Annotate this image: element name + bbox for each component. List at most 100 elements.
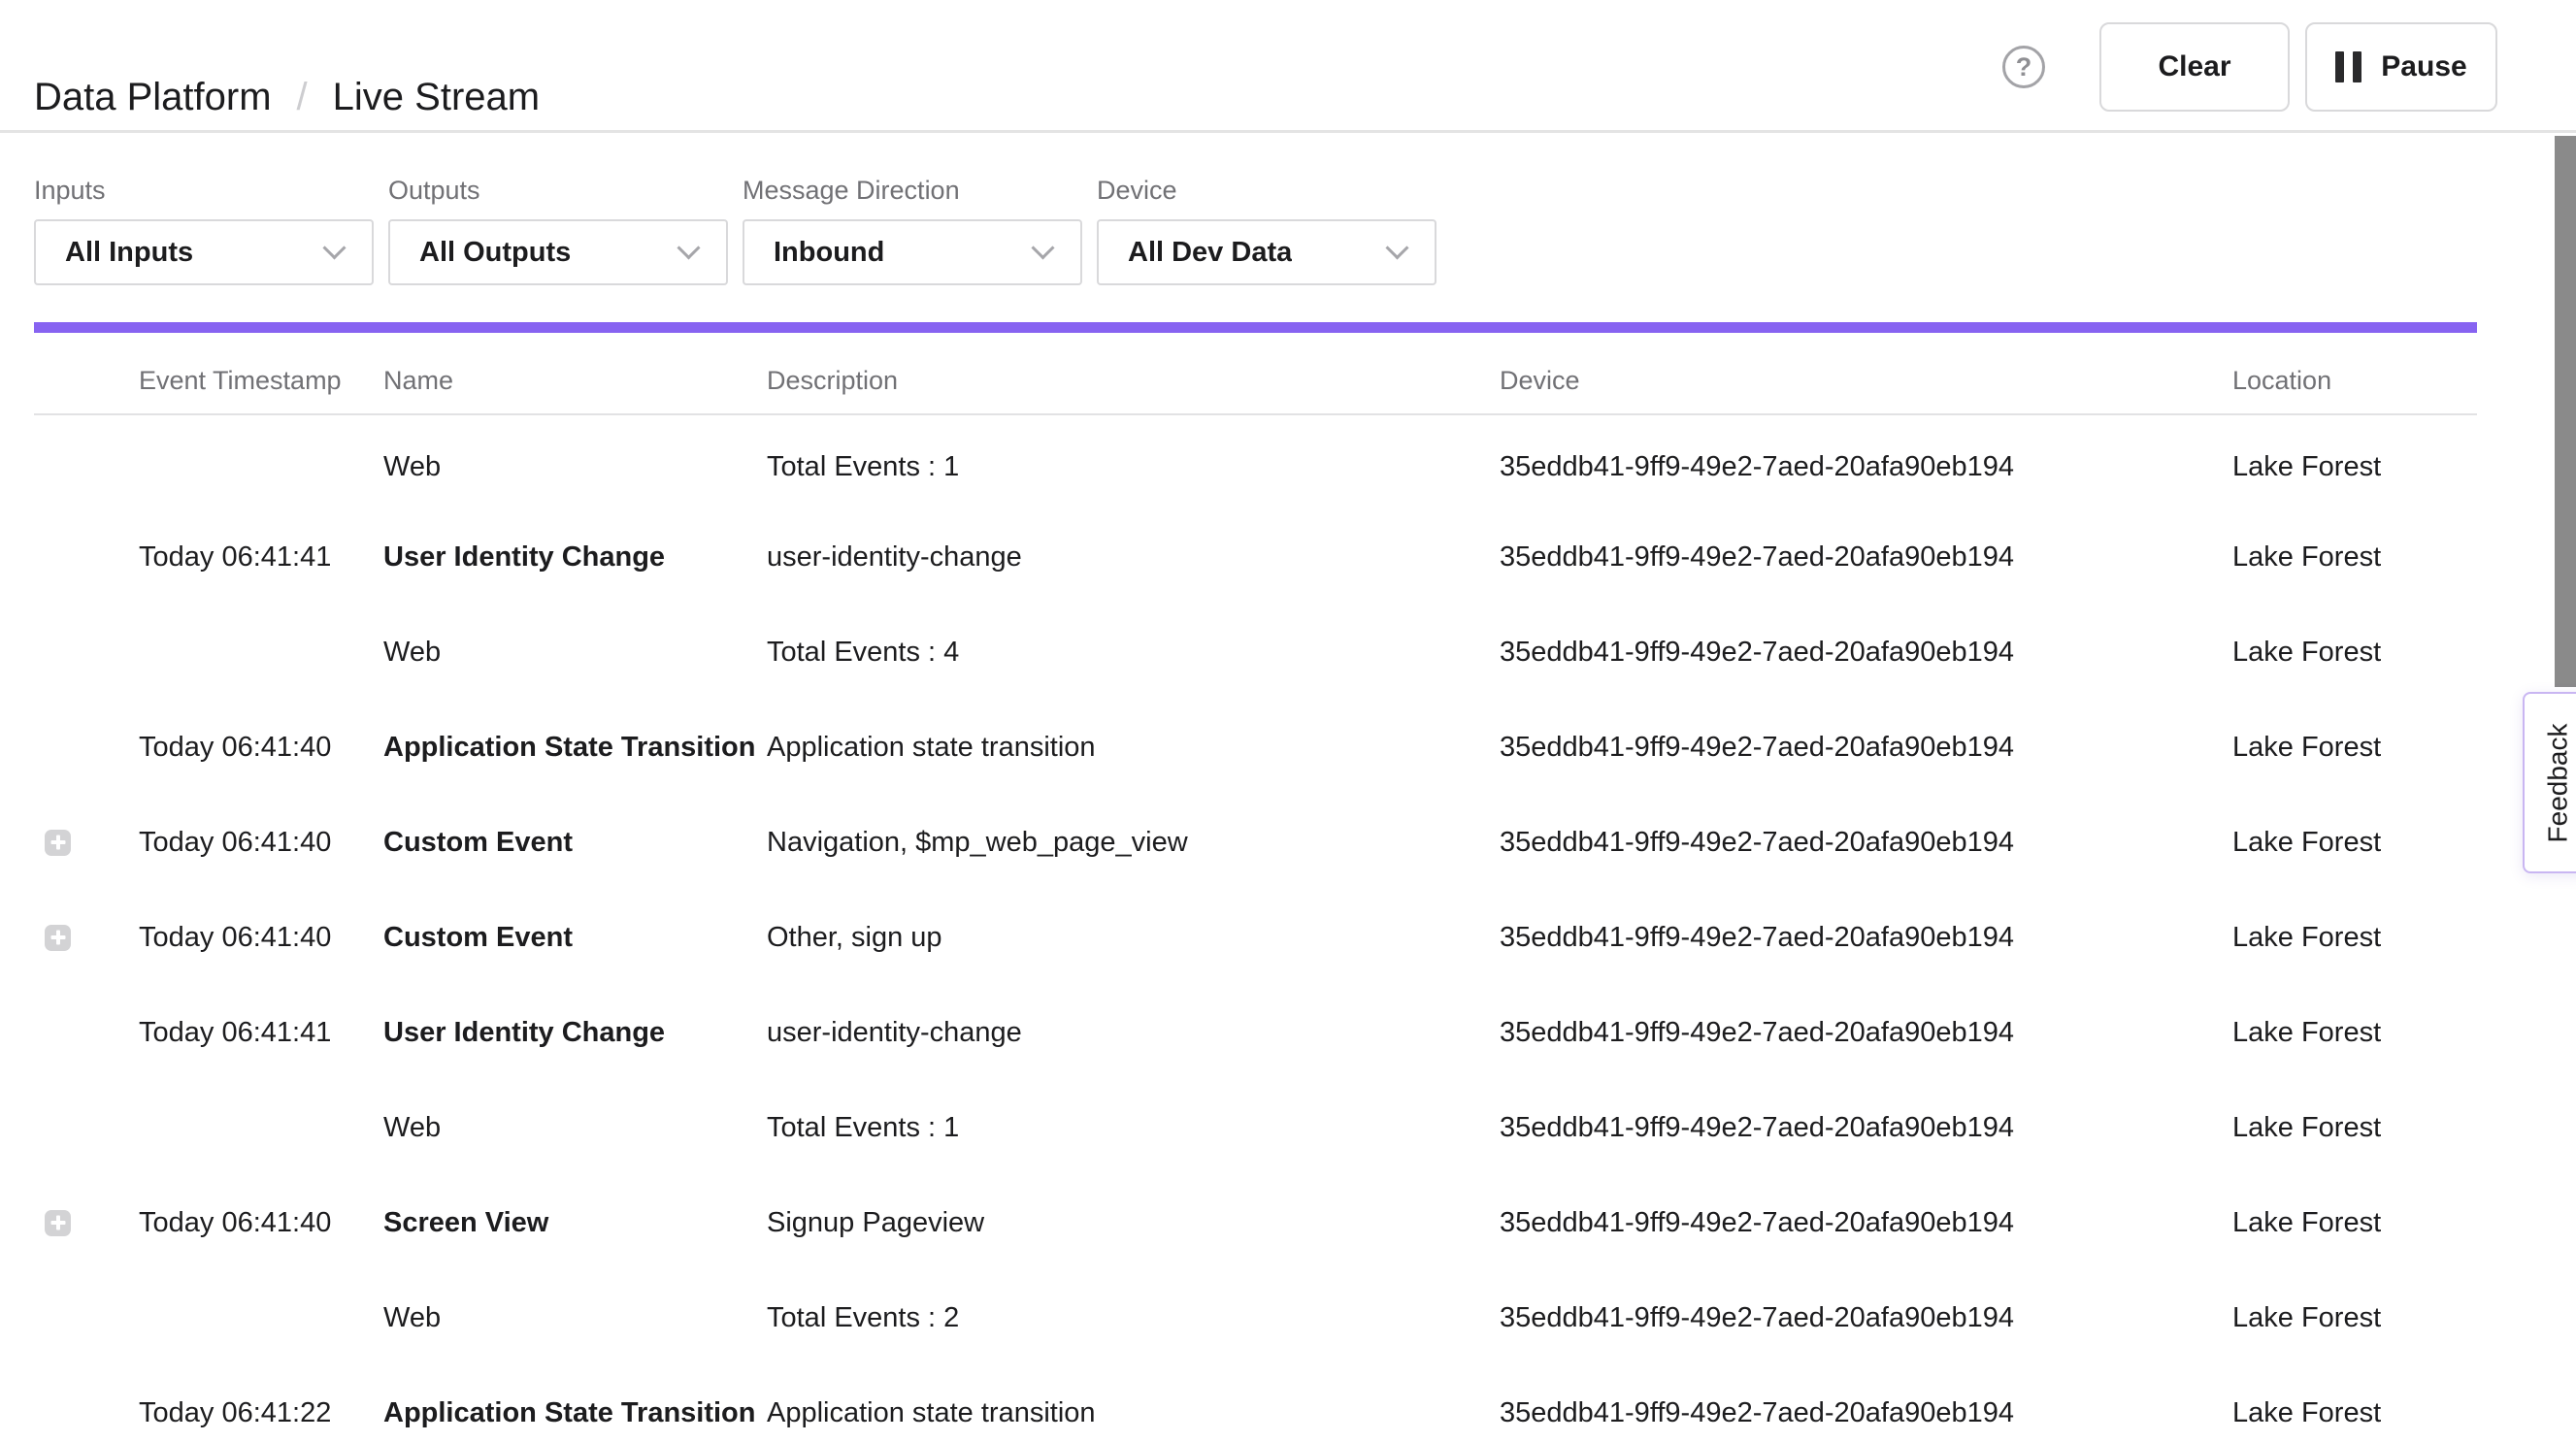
- stream-progress-bar: [34, 322, 2477, 333]
- device-cell: 35eddb41-9ff9-49e2-7aed-20afa90eb194: [1500, 1080, 2232, 1175]
- timestamp-cell: [139, 1080, 383, 1175]
- filter-bar: Inputs All Inputs Outputs All Outputs Me…: [0, 133, 2576, 285]
- column-header-event-timestamp: Event Timestamp: [139, 333, 383, 414]
- column-header-location: Location: [2232, 333, 2477, 414]
- pause-button[interactable]: Pause: [2305, 22, 2497, 112]
- device-cell: 35eddb41-9ff9-49e2-7aed-20afa90eb194: [1500, 605, 2232, 700]
- breadcrumb-separator: /: [297, 76, 308, 118]
- location-cell: Lake Forest: [2232, 985, 2477, 1080]
- expand-column-header: [34, 333, 139, 414]
- table-row: WebTotal Events : 435eddb41-9ff9-49e2-7a…: [34, 605, 2477, 700]
- expand-cell: [34, 509, 139, 605]
- location-cell: Lake Forest: [2232, 1175, 2477, 1270]
- breadcrumb-item-live-stream: Live Stream: [333, 76, 540, 118]
- timestamp-cell: [139, 414, 383, 509]
- question-icon: ?: [2002, 46, 2045, 88]
- location-cell: Lake Forest: [2232, 890, 2477, 985]
- timestamp-cell: Today 06:41:41: [139, 985, 383, 1080]
- device-dropdown[interactable]: All Dev Data: [1097, 219, 1437, 285]
- name-cell: Web: [383, 414, 767, 509]
- chevron-down-icon: [322, 236, 346, 259]
- table-row: WebTotal Events : 135eddb41-9ff9-49e2-7a…: [34, 414, 2477, 509]
- column-header-name: Name: [383, 333, 767, 414]
- device-cell: 35eddb41-9ff9-49e2-7aed-20afa90eb194: [1500, 985, 2232, 1080]
- outputs-dropdown[interactable]: All Outputs: [388, 219, 728, 285]
- name-cell: Application State Transition: [383, 1365, 767, 1442]
- timestamp-cell: Today 06:41:40: [139, 700, 383, 795]
- timestamp-cell: [139, 1270, 383, 1365]
- name-cell: Web: [383, 605, 767, 700]
- filter-message-direction: Message Direction Inbound: [743, 175, 1082, 285]
- description-cell: Total Events : 1: [767, 1080, 1500, 1175]
- filter-message-direction-label: Message Direction: [743, 175, 1082, 206]
- filter-inputs-label: Inputs: [34, 175, 374, 206]
- expand-cell: [34, 1080, 139, 1175]
- expand-cell: [34, 890, 139, 985]
- description-cell: user-identity-change: [767, 985, 1500, 1080]
- expand-cell: [34, 605, 139, 700]
- inputs-dropdown[interactable]: All Inputs: [34, 219, 374, 285]
- location-cell: Lake Forest: [2232, 1270, 2477, 1365]
- filter-outputs: Outputs All Outputs: [388, 175, 728, 285]
- expand-cell: [34, 700, 139, 795]
- expand-cell: [34, 1270, 139, 1365]
- clear-button-label: Clear: [2158, 50, 2230, 83]
- name-cell: Web: [383, 1270, 767, 1365]
- device-cell: 35eddb41-9ff9-49e2-7aed-20afa90eb194: [1500, 509, 2232, 605]
- device-cell: 35eddb41-9ff9-49e2-7aed-20afa90eb194: [1500, 700, 2232, 795]
- name-cell: User Identity Change: [383, 509, 767, 605]
- pause-icon: [2335, 51, 2361, 82]
- inputs-dropdown-value: All Inputs: [65, 237, 193, 269]
- description-cell: Total Events : 2: [767, 1270, 1500, 1365]
- location-cell: Lake Forest: [2232, 700, 2477, 795]
- expand-row-button[interactable]: [45, 830, 71, 856]
- description-cell: Application state transition: [767, 1365, 1500, 1442]
- location-cell: Lake Forest: [2232, 509, 2477, 605]
- filter-outputs-label: Outputs: [388, 175, 728, 206]
- table-row: Today 06:41:40Screen ViewSignup Pageview…: [34, 1175, 2477, 1270]
- timestamp-cell: Today 06:41:40: [139, 890, 383, 985]
- chevron-down-icon: [677, 236, 700, 259]
- expand-cell: [34, 1175, 139, 1270]
- pause-button-label: Pause: [2381, 50, 2466, 83]
- description-cell: Navigation, $mp_web_page_view: [767, 795, 1500, 890]
- event-table-header: Event Timestamp Name Description Device …: [34, 333, 2477, 414]
- location-cell: Lake Forest: [2232, 605, 2477, 700]
- column-header-description: Description: [767, 333, 1500, 414]
- expand-cell: [34, 795, 139, 890]
- table-row: WebTotal Events : 235eddb41-9ff9-49e2-7a…: [34, 1270, 2477, 1365]
- name-cell: Web: [383, 1080, 767, 1175]
- table-row: Today 06:41:40Application State Transiti…: [34, 700, 2477, 795]
- message-direction-dropdown[interactable]: Inbound: [743, 219, 1082, 285]
- expand-cell: [34, 1365, 139, 1442]
- feedback-tab-label: Feedback: [2542, 723, 2573, 842]
- help-button[interactable]: ?: [2000, 44, 2047, 90]
- timestamp-cell: Today 06:41:40: [139, 795, 383, 890]
- outputs-dropdown-value: All Outputs: [419, 237, 571, 269]
- message-direction-dropdown-value: Inbound: [774, 237, 884, 269]
- column-header-device: Device: [1500, 333, 2232, 414]
- top-controls: ? Clear Pause: [2000, 22, 2497, 112]
- description-cell: user-identity-change: [767, 509, 1500, 605]
- name-cell: User Identity Change: [383, 985, 767, 1080]
- filter-device-label: Device: [1097, 175, 1437, 206]
- expand-row-button[interactable]: [45, 1210, 71, 1236]
- top-header: Data Platform / Live Stream ? Clear Paus…: [0, 0, 2576, 133]
- breadcrumb-item-data-platform[interactable]: Data Platform: [34, 76, 272, 118]
- name-cell: Application State Transition: [383, 700, 767, 795]
- vertical-scrollbar[interactable]: [2555, 136, 2576, 687]
- description-cell: Application state transition: [767, 700, 1500, 795]
- device-dropdown-value: All Dev Data: [1128, 237, 1292, 269]
- description-cell: Other, sign up: [767, 890, 1500, 985]
- clear-button[interactable]: Clear: [2099, 22, 2290, 112]
- feedback-tab[interactable]: Feedback: [2523, 692, 2576, 873]
- table-row: Today 06:41:40Custom EventNavigation, $m…: [34, 795, 2477, 890]
- table-row: Today 06:41:40Custom EventOther, sign up…: [34, 890, 2477, 985]
- timestamp-cell: Today 06:41:40: [139, 1175, 383, 1270]
- table-row: WebTotal Events : 135eddb41-9ff9-49e2-7a…: [34, 1080, 2477, 1175]
- table-row: Today 06:41:41User Identity Changeuser-i…: [34, 985, 2477, 1080]
- location-cell: Lake Forest: [2232, 795, 2477, 890]
- expand-row-button[interactable]: [45, 925, 71, 951]
- timestamp-cell: Today 06:41:41: [139, 509, 383, 605]
- device-cell: 35eddb41-9ff9-49e2-7aed-20afa90eb194: [1500, 414, 2232, 509]
